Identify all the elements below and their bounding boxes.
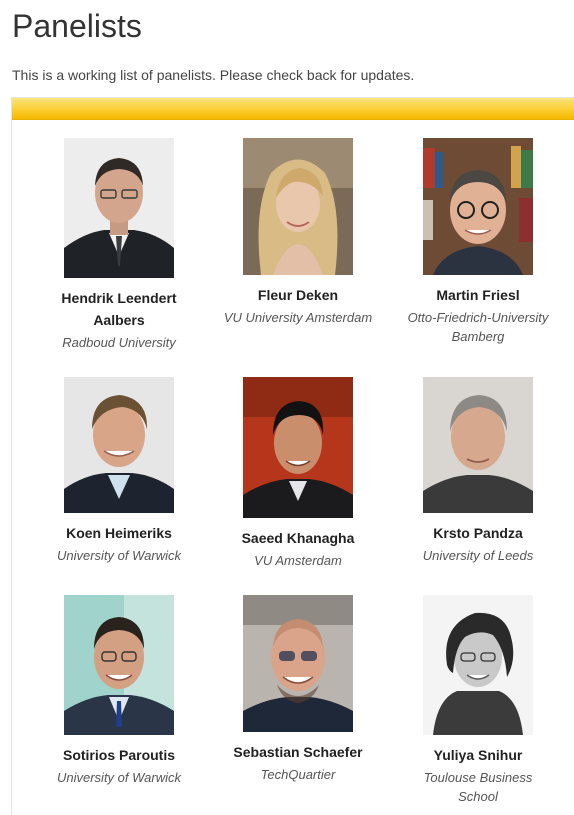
panelist-name: Sotirios Paroutis	[62, 747, 176, 763]
photo-of-krsto-pandza	[423, 377, 533, 513]
panelist-affiliation: VU University Amsterdam	[223, 310, 373, 325]
panelists-panel: Hendrik Leendert Aalbers Radboud Univers…	[11, 97, 574, 815]
photo-of-martin-friesl	[423, 138, 533, 275]
panelist-name: Fleur Deken	[257, 287, 339, 303]
photo-of-hendrik-leendert-aalbers	[64, 138, 174, 278]
panelist-card: Sotirios Paroutis University of Warwick	[44, 595, 194, 787]
page-title: Panelists	[12, 8, 142, 44]
panelist-affiliation: VU Amsterdam	[254, 553, 342, 568]
panelist-card: Sebastian Schaefer TechQuartier	[223, 595, 373, 784]
photo-of-sotirios-paroutis	[64, 595, 174, 735]
photo-of-saeed-khanagha	[243, 377, 353, 518]
photo-of-yuliya-snihur	[423, 595, 533, 735]
panelist-affiliation: Toulouse Business School	[423, 770, 533, 804]
panelist-card: Yuliya Snihur Toulouse Business School	[403, 595, 553, 806]
panelist-card: Saeed Khanagha VU Amsterdam	[223, 377, 373, 570]
panelist-name: Sebastian Schaefer	[233, 744, 363, 760]
panel-header-band	[12, 98, 574, 120]
panelist-card: Krsto Pandza University of Leeds	[403, 377, 553, 565]
intro-text: This is a working list of panelists. Ple…	[12, 67, 415, 83]
panelist-card: Fleur Deken VU University Amsterdam	[223, 138, 373, 327]
panelist-affiliation: Radboud University	[62, 335, 176, 350]
panelist-affiliation: University of Warwick	[56, 548, 181, 563]
panelist-card: Koen Heimeriks University of Warwick	[44, 377, 194, 565]
panelist-affiliation: Otto-Friedrich-University Bamberg	[407, 310, 549, 344]
panelist-name: Martin Friesl	[436, 287, 520, 303]
panelist-name: Hendrik Leendert Aalbers	[61, 290, 177, 328]
photo-of-fleur-deken	[243, 138, 353, 275]
panelist-name: Krsto Pandza	[433, 525, 523, 541]
panelist-name: Yuliya Snihur	[433, 747, 523, 763]
panelist-name: Koen Heimeriks	[66, 525, 172, 541]
panelist-card: Martin Friesl Otto-Friedrich-University …	[403, 138, 553, 346]
photo-of-sebastian-schaefer	[243, 595, 353, 732]
panelist-affiliation: University of Leeds	[422, 548, 534, 563]
panelist-name: Saeed Khanagha	[241, 530, 355, 546]
panelist-affiliation: TechQuartier	[260, 767, 336, 782]
panelist-card: Hendrik Leendert Aalbers Radboud Univers…	[44, 138, 194, 352]
panelist-affiliation: University of Warwick	[56, 770, 181, 785]
photo-of-koen-heimeriks	[64, 377, 174, 513]
